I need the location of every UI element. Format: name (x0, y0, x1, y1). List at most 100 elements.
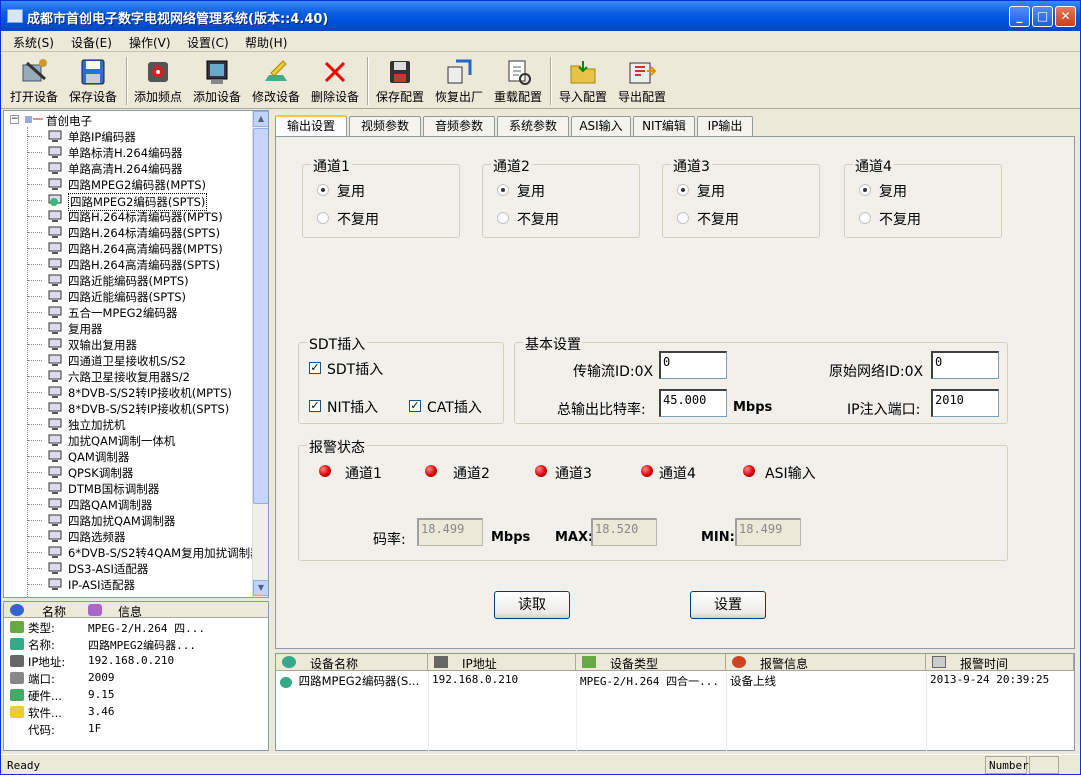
export-config-icon (629, 62, 657, 84)
col-ip-address[interactable]: IP地址 (428, 654, 576, 671)
scroll-down-arrow-icon[interactable]: ▼ (253, 580, 268, 596)
edit-device-button[interactable]: 修改设备 (245, 55, 307, 107)
tree-item[interactable]: 8*DVB-S/S2转IP接收机(SPTS) (4, 400, 252, 416)
scroll-up-arrow-icon[interactable]: ▲ (253, 111, 268, 127)
tree-item[interactable]: 四路QAM调制器 (4, 496, 252, 512)
tab-ip-output[interactable]: IP输出 (697, 116, 753, 136)
menu-settings[interactable]: 设置(C) (187, 34, 229, 51)
add-frequency-button[interactable]: 添加频点 (127, 55, 189, 107)
tab-audio-params[interactable]: 音频参数 (423, 116, 495, 136)
menu-help[interactable]: 帮助(H) (245, 34, 287, 51)
info-row: 软件... 3.46 (4, 704, 268, 721)
menu-operation[interactable]: 操作(V) (129, 34, 171, 51)
event-list[interactable]: 设备名称 IP地址 设备类型 报警信息 报警时间 四路MPEG2编码器(S...… (275, 653, 1075, 751)
port-input[interactable]: 2010 (931, 389, 999, 417)
list-item[interactable]: 四路MPEG2编码器(S... (280, 673, 428, 689)
tsid-input[interactable]: 0 (659, 351, 727, 379)
device-online-icon (280, 676, 292, 688)
tree-item[interactable]: 复用器 (4, 320, 252, 336)
tree-item[interactable]: IP-ASI适配器 (4, 576, 252, 592)
device-icon (48, 530, 63, 542)
tree-item[interactable]: 四路近能编码器(SPTS) (4, 288, 252, 304)
device-icon (48, 226, 63, 238)
tree-item[interactable]: 四路MPEG2编码器(SPTS) (4, 192, 252, 211)
tree-item[interactable]: 四路H.264标清编码器(MPTS) (4, 208, 252, 224)
device-icon (48, 258, 63, 270)
menu-device[interactable]: 设备(E) (71, 34, 112, 51)
tab-output-settings[interactable]: 输出设置 (275, 115, 347, 137)
save-config-button[interactable]: 保存配置 (369, 55, 431, 107)
tree-item[interactable]: 四路MPEG2编码器(MPTS) (4, 176, 252, 192)
tree-item[interactable]: 四路加扰QAM调制器 (4, 512, 252, 528)
tab-video-params[interactable]: 视频参数 (349, 116, 421, 136)
tab-asi-input[interactable]: ASI输入 (571, 116, 631, 136)
info-header-name[interactable]: 名称 (42, 603, 66, 620)
port-label: IP注入端口: (847, 402, 921, 418)
info-row-icon (10, 723, 24, 735)
tree-scrollbar[interactable]: ▲ ▼ (252, 111, 268, 597)
reload-config-icon (508, 60, 531, 85)
tree-item[interactable]: 四路近能编码器(MPTS) (4, 272, 252, 288)
bitrate-input[interactable]: 45.000 (659, 389, 727, 417)
tree-item[interactable]: DTMB国标调制器 (4, 480, 252, 496)
tree-item[interactable]: 四路H.264标清编码器(SPTS) (4, 224, 252, 240)
min-label: MIN: (701, 530, 735, 545)
name-header-icon (10, 604, 24, 616)
folder-import-icon (570, 61, 596, 84)
col-device-name[interactable]: 设备名称 (276, 654, 428, 671)
rate-label: 码率: (373, 532, 406, 548)
col-alarm-info[interactable]: 报警信息 (726, 654, 926, 671)
info-row: 名称: 四路MPEG2编码器... (4, 636, 268, 653)
menu-system[interactable]: 系统(S) (13, 34, 54, 51)
device-icon (48, 322, 63, 334)
factory-reset-button[interactable]: 恢复出厂 (428, 55, 490, 107)
tree-item[interactable]: 四路H.264高清编码器(MPTS) (4, 240, 252, 256)
tree-item[interactable]: QAM调制器 (4, 448, 252, 464)
col-alarm-time[interactable]: 报警时间 (926, 654, 1074, 671)
device-icon (48, 306, 63, 318)
tab-nit-edit[interactable]: NIT编辑 (633, 116, 695, 136)
save-device-button[interactable]: 保存设备 (62, 55, 124, 107)
add-device-button[interactable]: 添加设备 (186, 55, 248, 107)
channel-2-alarm-label: 通道2 (453, 466, 490, 482)
tree-item[interactable]: 加扰QAM调制一体机 (4, 432, 252, 448)
info-row-icon (10, 621, 24, 633)
tree-item[interactable]: 六路卫星接收复用器S/2 (4, 368, 252, 384)
read-button[interactable]: 读取 (494, 591, 570, 619)
tree-item[interactable]: 单路IP编码器 (4, 128, 252, 144)
channel-1-alarm-label: 通道1 (345, 466, 382, 482)
tree-item[interactable]: 单路标清H.264编码器 (4, 144, 252, 160)
tree-item[interactable]: DS3-ASI适配器 (4, 560, 252, 576)
device-tree[interactable]: − 首创电子 单路IP编码器 单路标清H.264编码器 单路高清H.264编码器 四路… (3, 110, 269, 598)
info-header-info[interactable]: 信息 (118, 603, 142, 620)
tree-item[interactable]: 独立加扰机 (4, 416, 252, 432)
tab-system-params[interactable]: 系统参数 (497, 116, 569, 136)
close-button[interactable]: ✕ (1055, 6, 1076, 27)
maximize-button[interactable]: □ (1032, 6, 1053, 27)
open-device-button[interactable]: 打开设备 (3, 55, 65, 107)
export-config-button[interactable]: 导出配置 (611, 55, 673, 107)
window-title: 成都市首创电子数字电视网络管理系统(版本::4.40) (27, 12, 329, 27)
onid-input[interactable]: 0 (931, 351, 999, 379)
scroll-thumb[interactable] (253, 128, 268, 504)
set-button[interactable]: 设置 (690, 591, 766, 619)
import-config-button[interactable]: 导入配置 (552, 55, 614, 107)
tree-collapse-icon[interactable]: − (10, 115, 19, 124)
tree-item[interactable]: 四路H.264高清编码器(SPTS) (4, 256, 252, 272)
channel-4-alarm-label: 通道4 (659, 466, 696, 482)
delete-device-button[interactable]: 删除设备 (304, 55, 366, 107)
tree-item[interactable]: 双输出复用器 (4, 336, 252, 352)
device-icon (48, 578, 63, 590)
tree-item[interactable]: 8*DVB-S/S2转IP接收机(MPTS) (4, 384, 252, 400)
tree-item[interactable]: 四路选频器 (4, 528, 252, 544)
minimize-button[interactable]: _ (1009, 6, 1030, 27)
tree-item[interactable]: 五合一MPEG2编码器 (4, 304, 252, 320)
tree-item[interactable]: QPSK调制器 (4, 464, 252, 480)
reload-config-button[interactable]: 重载配置 (487, 55, 549, 107)
open-device-icon (22, 59, 47, 82)
tree-item[interactable]: 单路高清H.264编码器 (4, 160, 252, 176)
tree-item[interactable]: 6*DVB-S/S2转4QAM复用加扰调制器 (4, 544, 262, 560)
tree-item[interactable]: 四通道卫星接收机S/S2 (4, 352, 252, 368)
channel-1-alarm-led-icon (319, 465, 331, 477)
col-device-type[interactable]: 设备类型 (576, 654, 726, 671)
